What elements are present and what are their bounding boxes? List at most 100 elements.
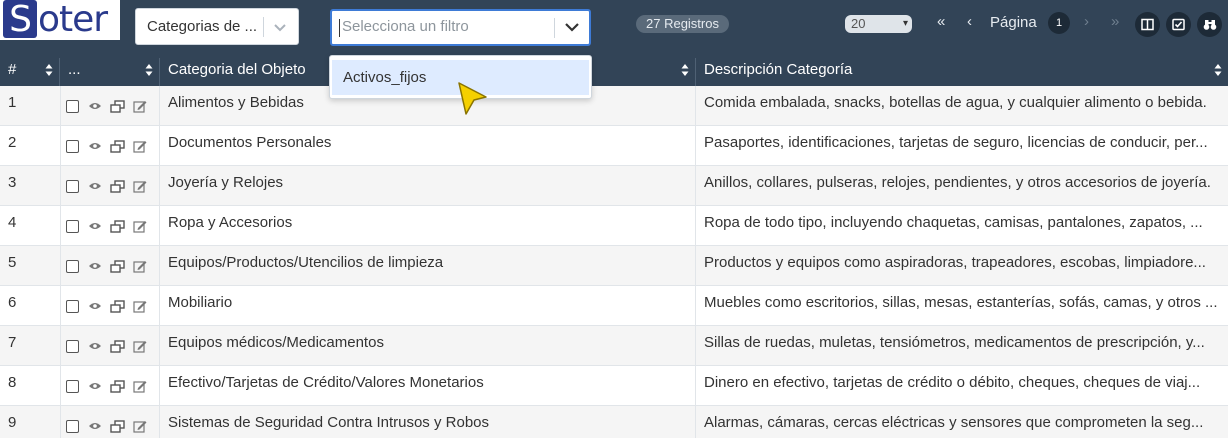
column-divider (695, 286, 696, 326)
open-window-icon[interactable] (110, 259, 125, 273)
edit-icon[interactable] (133, 180, 147, 193)
column-divider (695, 326, 696, 366)
logo-initial: S (3, 0, 37, 40)
row-actions (66, 216, 155, 236)
row-checkbox[interactable] (66, 259, 79, 273)
open-window-icon[interactable] (110, 419, 125, 433)
column-divider (695, 166, 696, 206)
description-cell: Anillos, collares, pulseras, relojes, pe… (704, 174, 1211, 191)
chevron-down-icon[interactable] (273, 17, 287, 40)
column-divider (695, 246, 696, 286)
category-cell: Sistemas de Seguridad Contra Intrusos y … (168, 414, 489, 431)
view-eye-icon[interactable] (88, 221, 102, 231)
row-checkbox[interactable] (66, 179, 79, 193)
open-window-icon[interactable] (110, 299, 125, 313)
row-index: 8 (8, 374, 17, 391)
row-checkbox[interactable] (66, 379, 79, 393)
table-row[interactable]: 3 Joyería y Relojes Anillos, collares, pul… (0, 166, 1228, 206)
table-row[interactable]: 5 Equipos/Productos/Utencilios de limpiez… (0, 246, 1228, 286)
table-row[interactable]: 9 Sistemas de Seguridad Contra Intrusos y… (0, 406, 1228, 438)
column-divider (60, 86, 61, 126)
filter-select[interactable]: Selecciona un filtro (330, 9, 591, 46)
binoculars-icon[interactable] (1197, 12, 1222, 37)
open-window-icon[interactable] (110, 219, 125, 233)
column-divider (60, 166, 61, 206)
edit-icon[interactable] (133, 300, 147, 313)
sort-icon[interactable] (145, 63, 153, 77)
table-row[interactable]: 7 Equipos médicos/Medicamentos Sillas de r… (0, 326, 1228, 366)
table-row[interactable]: 4 Ropa y Accesorios Ropa de todo tipo, inc… (0, 206, 1228, 246)
open-window-icon[interactable] (110, 99, 125, 113)
category-cell: Mobiliario (168, 294, 233, 311)
open-window-icon[interactable] (110, 339, 125, 353)
row-checkbox[interactable] (66, 419, 79, 433)
open-window-icon[interactable] (110, 379, 125, 393)
row-actions (66, 96, 155, 116)
open-window-icon[interactable] (110, 179, 125, 193)
table-row[interactable]: 6 Mobiliario Muebles como escritorios, sil… (0, 286, 1228, 326)
row-checkbox[interactable] (66, 219, 79, 233)
column-header-description[interactable]: Descripción Categoría (696, 58, 1228, 86)
view-eye-icon[interactable] (88, 141, 102, 151)
column-divider (60, 206, 61, 246)
view-eye-icon[interactable] (88, 421, 102, 431)
row-checkbox[interactable] (66, 339, 79, 353)
description-cell: Sillas de ruedas, muletas, tensiómetros,… (704, 334, 1205, 351)
open-window-icon[interactable] (110, 139, 125, 153)
column-header-index[interactable]: # (0, 58, 60, 86)
column-divider (159, 406, 160, 438)
row-actions (66, 376, 155, 396)
select-separator (263, 17, 264, 37)
edit-icon[interactable] (133, 100, 147, 113)
table-row[interactable]: 8 Efectivo/Tarjetas de Crédito/Valores Mo… (0, 366, 1228, 406)
category-select[interactable]: Categorias de ... (135, 8, 299, 45)
app-logo[interactable]: Soter (0, 0, 120, 40)
row-checkbox[interactable] (66, 99, 79, 113)
table-row[interactable]: 2 Documentos Personales Pasaportes, identi… (0, 126, 1228, 166)
view-eye-icon[interactable] (88, 381, 102, 391)
view-eye-icon[interactable] (88, 341, 102, 351)
sort-icon[interactable] (45, 63, 53, 77)
sort-icon[interactable] (1214, 63, 1222, 77)
view-eye-icon[interactable] (88, 301, 102, 311)
column-header-label: Descripción Categoría (704, 61, 853, 78)
edit-icon[interactable] (133, 220, 147, 233)
select-separator (554, 18, 555, 38)
chevron-down-icon[interactable] (564, 16, 580, 42)
row-checkbox[interactable] (66, 299, 79, 313)
view-eye-icon[interactable] (88, 101, 102, 111)
edit-icon[interactable] (133, 140, 147, 153)
row-index: 3 (8, 174, 17, 191)
row-checkbox[interactable] (66, 139, 79, 153)
top-toolbar: Soter Categorias de ... Selecciona un fi… (0, 0, 1228, 58)
view-eye-icon[interactable] (88, 181, 102, 191)
edit-icon[interactable] (133, 380, 147, 393)
next-page-icon[interactable]: › (1084, 13, 1089, 30)
page-size-select[interactable]: 20 ▾ (845, 15, 912, 33)
filter-select-placeholder: Selecciona un filtro (342, 18, 469, 35)
category-select-value: Categorias de ... (147, 18, 258, 35)
column-header-label: ... (68, 61, 81, 78)
column-header-actions[interactable]: ... (60, 58, 160, 86)
column-divider (159, 246, 160, 286)
first-page-icon[interactable]: « (937, 13, 945, 30)
description-cell: Alarmas, cámaras, cercas eléctricas y se… (704, 414, 1204, 431)
edit-icon[interactable] (133, 420, 147, 433)
prev-page-icon[interactable]: ‹ (967, 13, 972, 30)
view-eye-icon[interactable] (88, 261, 102, 271)
last-page-icon[interactable]: » (1111, 13, 1119, 30)
checkbox-select-icon[interactable] (1166, 12, 1191, 37)
row-actions (66, 176, 155, 196)
edit-icon[interactable] (133, 340, 147, 353)
category-cell: Ropa y Accesorios (168, 214, 293, 231)
table-row[interactable]: 1 Alimentos y Bebidas Comida embalada, sna… (0, 86, 1228, 126)
chevron-down-icon: ▾ (902, 18, 908, 29)
column-divider (695, 86, 696, 126)
column-divider (159, 326, 160, 366)
current-page-number[interactable]: 1 (1048, 12, 1070, 34)
columns-icon[interactable] (1135, 12, 1160, 37)
row-index: 6 (8, 294, 17, 311)
category-cell: Equipos/Productos/Utencilios de limpieza (168, 254, 444, 271)
sort-icon[interactable] (681, 63, 689, 77)
edit-icon[interactable] (133, 260, 147, 273)
